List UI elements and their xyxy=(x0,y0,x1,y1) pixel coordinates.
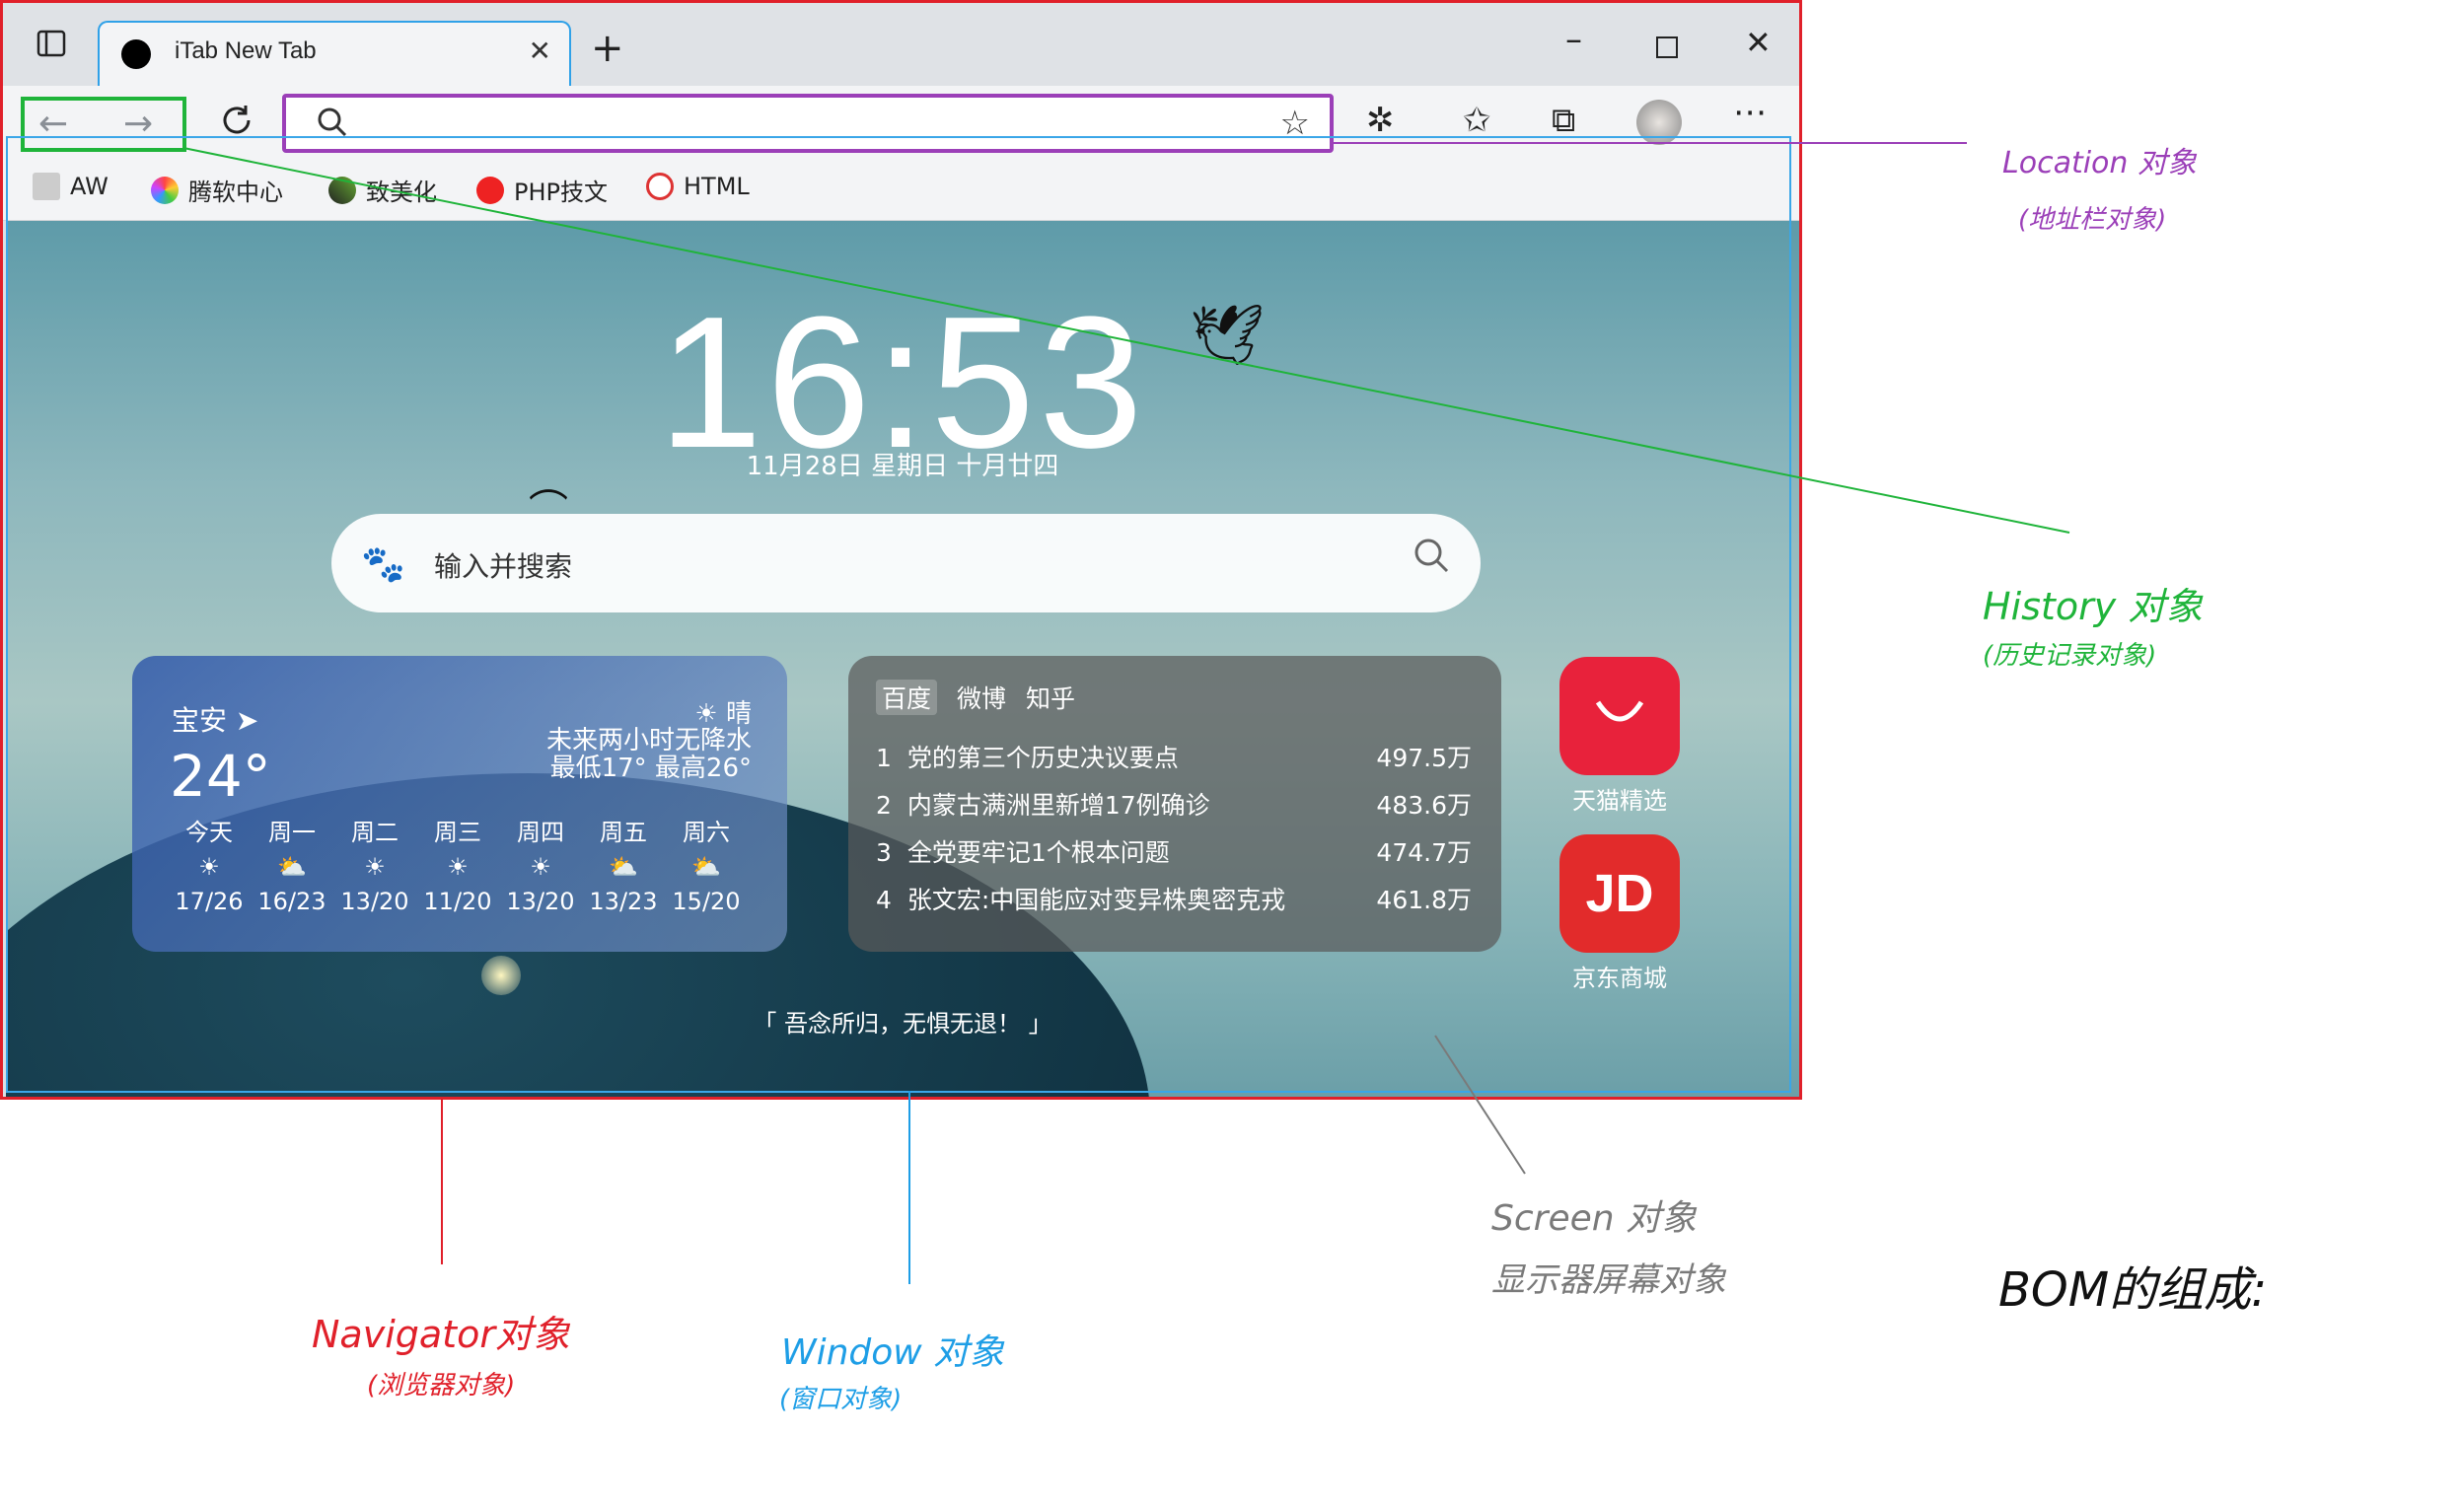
window-sublabel: (窗口对象) xyxy=(779,1385,903,1414)
window-label: Window 对象 xyxy=(781,1332,1005,1373)
navigator-label: Navigator对象 xyxy=(312,1313,570,1356)
tab-itab[interactable]: iTab New Tab ✕ xyxy=(98,21,571,86)
bom-title: BOM的组成: xyxy=(1998,1262,2268,1318)
tab-favicon-icon xyxy=(121,39,151,69)
location-label: Location 对象 xyxy=(2002,146,2197,180)
close-tab-icon[interactable]: ✕ xyxy=(529,35,551,67)
extensions-icon[interactable]: ✲ xyxy=(1366,104,1395,137)
screen-sublabel: 显示器屏幕对象 xyxy=(1491,1260,1726,1300)
tab-title: iTab New Tab xyxy=(175,37,317,64)
tab-actions-icon[interactable] xyxy=(36,29,66,64)
screen-label: Screen 对象 xyxy=(1491,1198,1698,1239)
close-window-icon[interactable]: ✕ xyxy=(1745,27,1772,58)
new-tab-icon[interactable]: + xyxy=(591,29,624,68)
more-menu-icon[interactable]: ⋯ xyxy=(1733,96,1767,129)
tab-bar: iTab New Tab ✕ + – ✕ xyxy=(3,3,1799,86)
minimize-icon[interactable]: – xyxy=(1565,23,1582,56)
history-sublabel: (历史记录对象) xyxy=(1983,641,2157,671)
window-frame xyxy=(6,136,1791,1093)
location-sublabel: (地址栏对象) xyxy=(2018,205,2167,235)
maximize-icon[interactable] xyxy=(1656,31,1678,64)
favorites-icon[interactable]: ✩ xyxy=(1463,104,1491,137)
navigator-sublabel: (浏览器对象) xyxy=(367,1371,516,1401)
collections-icon[interactable]: ⧉ xyxy=(1552,104,1575,137)
history-label: History 对象 xyxy=(1983,585,2204,628)
